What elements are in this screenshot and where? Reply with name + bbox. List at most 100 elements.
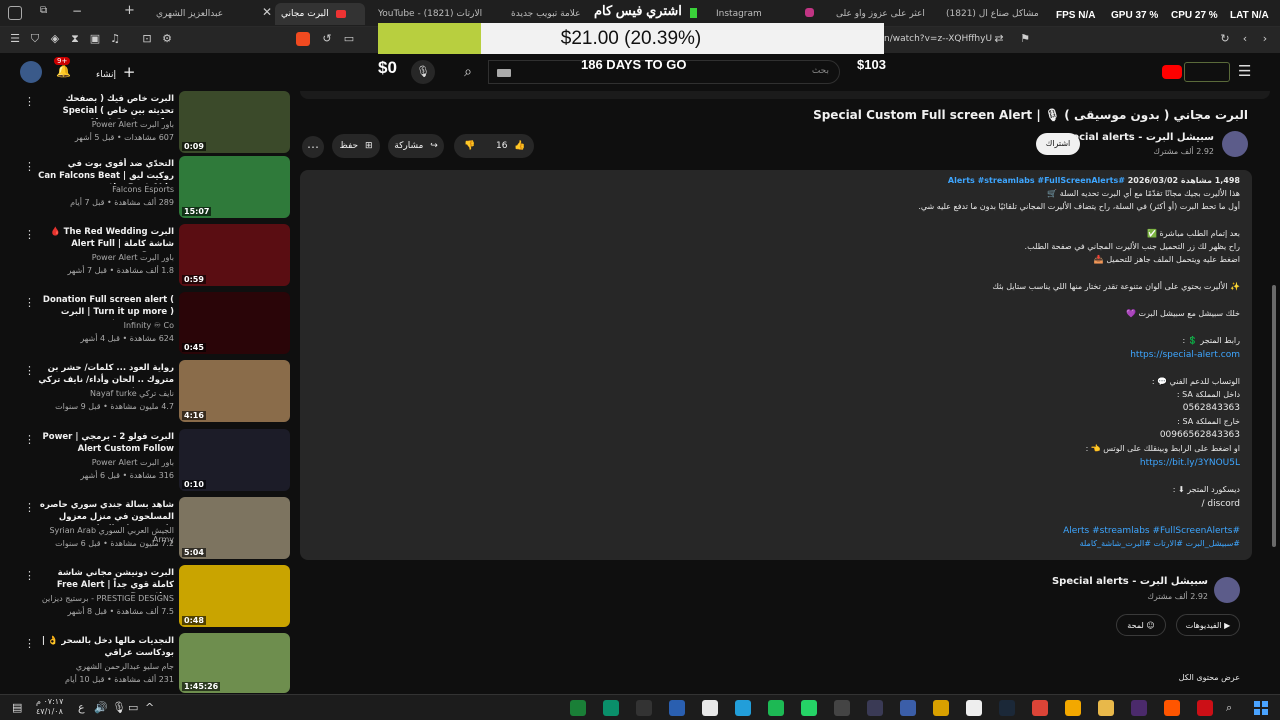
video-title[interactable]: Donation Full screen alert ( Turn it up … — [38, 294, 174, 320]
avatar[interactable] — [20, 61, 42, 83]
file-icon[interactable] — [966, 700, 982, 716]
tab-6[interactable]: اعثر على عزوز واو على — [830, 3, 930, 25]
channel-name[interactable]: Infinity ♾ Co — [38, 321, 174, 330]
channel-name[interactable]: باور البرت Power Alert — [38, 120, 174, 129]
app-icon[interactable] — [1131, 700, 1147, 716]
screenshot-icon[interactable]: ⊡ — [140, 32, 154, 46]
menu-icon[interactable]: ☰ — [8, 32, 22, 46]
network-icon[interactable]: ▭ — [128, 701, 138, 714]
discord-link[interactable]: discord / — [1201, 499, 1240, 509]
more-options-icon[interactable]: ⋮ — [24, 364, 35, 377]
forward-icon[interactable]: ‹ — [1238, 32, 1252, 46]
video-title[interactable]: البرت فولو 2 - برمجي | Power Alert Custo… — [38, 431, 175, 455]
channel-name[interactable]: باور البرت Power Alert — [38, 458, 174, 467]
recommendation-3[interactable]: 0:59 البرت The Red Wedding 🩸 شاشة كاملة … — [0, 224, 292, 290]
back-icon[interactable]: › — [1258, 32, 1272, 46]
brave-shields-icon[interactable] — [296, 32, 310, 46]
tab-4[interactable]: علامة تبويب جديدة — [505, 3, 595, 25]
more-options-icon[interactable]: ⋮ — [24, 501, 35, 514]
more-options-icon[interactable]: ⋮ — [24, 160, 35, 173]
more-options-icon[interactable]: ⋮ — [24, 228, 35, 241]
video-title[interactable]: البرت دونيشن مجاني شاشة كاملة قوي جداً |… — [38, 567, 174, 593]
windows-start-icon[interactable] — [1254, 701, 1268, 715]
save-button[interactable]: حفظ ⊞ — [332, 134, 380, 158]
store-link[interactable]: https://special-alert.com — [1130, 350, 1240, 360]
channel-name[interactable]: جام سليو عبدالرحمن الشهري — [38, 662, 174, 671]
back-history-icon[interactable]: ↺ — [320, 32, 334, 46]
channel-name[interactable]: Falcons Esports — [38, 185, 174, 194]
like-icon[interactable]: 👍 — [514, 134, 525, 158]
app-icon[interactable] — [900, 700, 916, 716]
hashtags-arabic[interactable]: #سبيشل_البرت #الارتات #البرت_شاشة_كاملة — [1080, 539, 1240, 548]
recommendation-7[interactable]: 5:04 شاهد بسالة جندي سوري حاصره المسلحون… — [0, 497, 292, 563]
close-tab-icon[interactable]: ✕ — [262, 5, 272, 19]
channel-card-avatar[interactable] — [1214, 577, 1240, 603]
sidebar-icon[interactable]: ▣ — [88, 32, 102, 46]
tab-actions-icon[interactable] — [8, 6, 22, 20]
app-icon[interactable] — [1065, 700, 1081, 716]
recommendation-1[interactable]: 0:09 البرت خاص فيك ( بصفحك تحديثه بين خا… — [0, 91, 292, 157]
app-icon[interactable] — [867, 700, 883, 716]
tab-5[interactable]: Instagram — [710, 3, 790, 25]
video-title[interactable]: البرت خاص فيك ( بصفحك تحديثه بين خاص ) S… — [38, 93, 174, 119]
recommendation-9[interactable]: 1:45:26 النجديات مالها دخل بالسحر 👌 | بو… — [0, 633, 292, 693]
more-options-icon[interactable]: ⋮ — [24, 569, 35, 582]
reload-icon[interactable]: ↻ — [1218, 32, 1232, 46]
hamburger-icon[interactable]: ☰ — [1238, 62, 1251, 80]
videos-button[interactable]: الفيديوهات ▶ — [1176, 614, 1240, 636]
extension-icon[interactable]: ⚙ — [160, 32, 174, 46]
new-tab-icon[interactable]: + — [124, 3, 135, 18]
app-icon[interactable] — [933, 700, 949, 716]
app-icon[interactable] — [636, 700, 652, 716]
channel-name-main[interactable]: سبيشل البرت - Special alerts — [1058, 132, 1214, 143]
about-button[interactable]: لمحة ☺ — [1116, 614, 1166, 636]
search-icon[interactable]: ⌕ — [452, 60, 484, 84]
bell-icon[interactable]: 🔔 — [56, 64, 71, 78]
more-options-icon[interactable]: ⋮ — [24, 296, 35, 309]
brave-icon[interactable] — [1164, 700, 1180, 716]
more-actions-icon[interactable]: ⋯ — [302, 136, 324, 158]
video-title[interactable]: شاهد بسالة جندي سوري حاصره المسلحون في م… — [38, 499, 174, 525]
app-icon[interactable] — [834, 700, 850, 716]
history-icon[interactable]: ⧗ — [68, 32, 82, 46]
folder-icon[interactable] — [1098, 700, 1114, 716]
recommendation-8[interactable]: 0:48 البرت دونيشن مجاني شاشة كاملة قوي ج… — [0, 565, 292, 631]
recommendation-5[interactable]: 4:16 رواية العود ... كلمات/ حشر بن متروك… — [0, 360, 292, 426]
recommendation-2[interactable]: 15:07 التحدّي ضد أقوى بوت في روكيت ليق |… — [0, 156, 292, 222]
show-all-content[interactable]: عرض محتوى الكل — [1100, 673, 1240, 682]
settings-icon[interactable] — [702, 700, 718, 716]
music-icon[interactable]: ♫ — [108, 32, 122, 46]
tray-overflow-icon[interactable]: ^ — [145, 701, 154, 714]
keyboard-icon[interactable] — [497, 69, 511, 77]
mic-tray-icon[interactable]: 🎙 — [112, 701, 126, 714]
video-title[interactable]: البرت The Red Wedding 🩸 شاشة كاملة | Ale… — [38, 226, 174, 252]
notification-center-icon[interactable]: ▤ — [12, 701, 22, 714]
edge-icon[interactable] — [669, 700, 685, 716]
tab-2[interactable]: البرت مجاني — [275, 3, 365, 25]
channel-name[interactable]: باور البرت Power Alert — [38, 253, 174, 262]
clock[interactable]: ٠٧:١٧ م ٤٧/١/٠٨ — [36, 697, 63, 717]
mic-icon[interactable]: 🎙 — [411, 60, 435, 84]
more-options-icon[interactable]: ⋮ — [24, 433, 35, 446]
chrome-icon[interactable] — [1032, 700, 1048, 716]
tab-7[interactable]: (1821) مشاكل صناع ال — [940, 3, 1040, 25]
page-scrollbar[interactable] — [1272, 285, 1276, 547]
app-icon[interactable] — [603, 700, 619, 716]
create-button[interactable]: إنشاء + — [96, 63, 135, 83]
xbox-icon[interactable] — [570, 700, 586, 716]
channel-name[interactable]: PRESTIGE DESIGNS - برستيج ديزاين — [38, 594, 174, 603]
share-button[interactable]: مشاركة ↪ — [388, 134, 444, 158]
video-title[interactable]: النجديات مالها دخل بالسحر 👌 | بودكاست عر… — [38, 635, 174, 659]
whatsapp-icon[interactable] — [801, 700, 817, 716]
dislike-icon[interactable]: 👎 — [464, 134, 475, 158]
channel-avatar[interactable] — [1222, 131, 1248, 157]
tab-1[interactable]: عبدالعزيز الشهري — [150, 3, 260, 25]
tab-3[interactable]: YouTube - الارتات (1821) — [372, 3, 482, 25]
recommendation-6[interactable]: 0:10 البرت فولو 2 - برمجي | Power Alert … — [0, 429, 292, 495]
search-taskbar-icon[interactable]: ⌕ — [1226, 701, 1232, 715]
shield-icon[interactable]: ⛉ — [28, 32, 42, 46]
wallet-icon[interactable]: ◈ — [48, 32, 62, 46]
video-player-bottom[interactable] — [300, 91, 1270, 99]
opera-icon[interactable] — [1197, 700, 1213, 716]
reader-icon[interactable]: ▭ — [342, 32, 356, 46]
